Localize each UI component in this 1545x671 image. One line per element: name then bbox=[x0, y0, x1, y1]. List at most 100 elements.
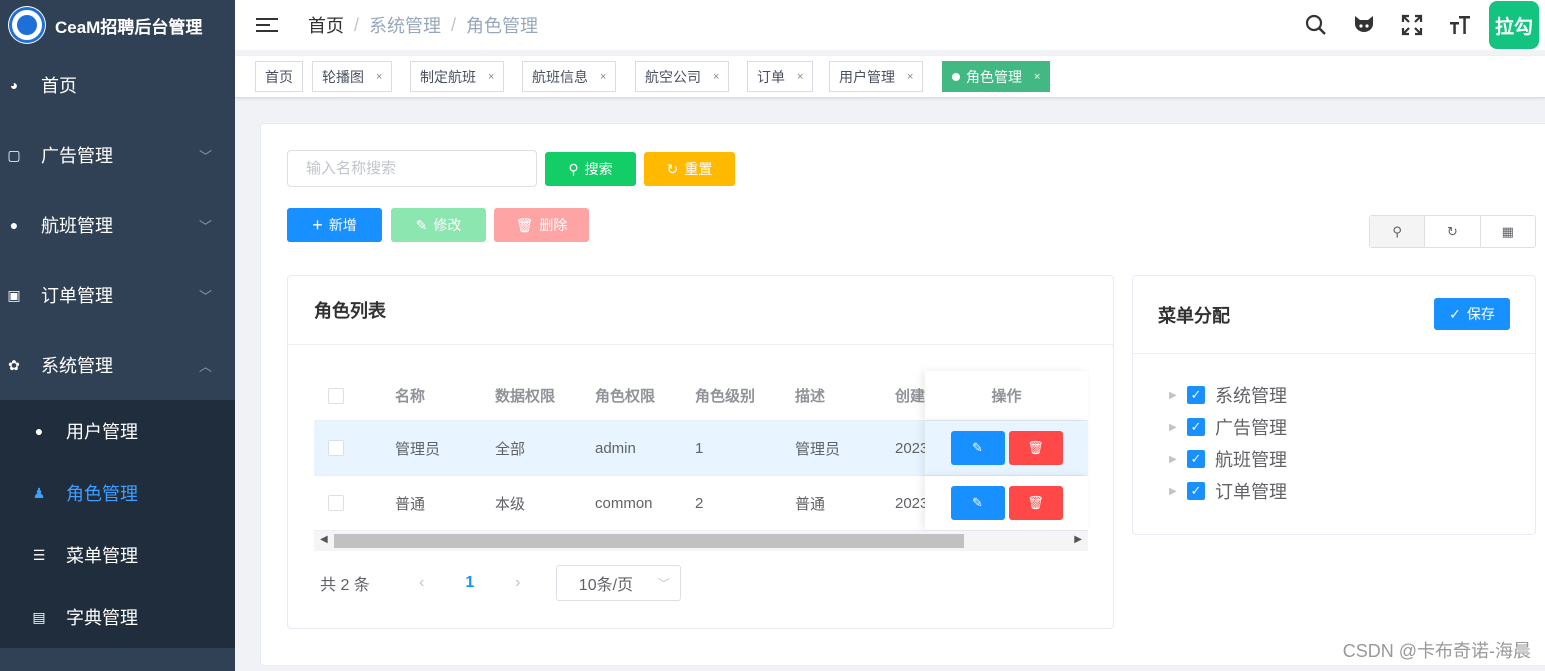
close-icon[interactable]: × bbox=[376, 71, 382, 83]
sidebar-item-home[interactable]: ◕ 首页 bbox=[0, 50, 235, 120]
caret-right-icon[interactable]: ▶ bbox=[1169, 454, 1187, 465]
table-header: 名称 数据权限 角色权限 角色级别 描述 创建 操作 bbox=[314, 371, 1088, 421]
add-button[interactable]: + 新增 bbox=[287, 208, 382, 242]
tree-node[interactable]: ▶ ✓ 广告管理 bbox=[1169, 411, 1287, 443]
people-icon: ● bbox=[9, 217, 19, 233]
table-tools: ⚲ ↻ ▦ bbox=[1369, 215, 1536, 248]
select-all-checkbox[interactable] bbox=[328, 387, 344, 404]
row-delete-button[interactable]: 🗑 bbox=[1008, 486, 1063, 520]
toggle-search-icon[interactable]: ⚲ bbox=[1370, 216, 1426, 247]
caret-right-icon[interactable]: ▶ bbox=[1169, 390, 1187, 401]
col-data-scope[interactable]: 数据权限 bbox=[495, 385, 595, 406]
tag-orders[interactable]: 订单 × bbox=[747, 61, 814, 92]
lock-icon: ▣ bbox=[7, 286, 21, 303]
breadcrumb-separator: / bbox=[354, 14, 360, 35]
checked-checkbox[interactable]: ✓ bbox=[1187, 482, 1205, 500]
sidebar-item-users[interactable]: ● 用户管理 bbox=[0, 400, 235, 462]
col-role-key[interactable]: 角色权限 bbox=[595, 385, 695, 406]
checked-checkbox[interactable]: ✓ bbox=[1187, 418, 1205, 436]
tree-node[interactable]: ▶ ✓ 系统管理 bbox=[1169, 379, 1287, 411]
dict-icon: ▤ bbox=[32, 608, 46, 625]
table-row[interactable]: 普通 本级 common 2 普通 2023 ✎ 🗑 bbox=[314, 476, 1088, 531]
github-icon[interactable] bbox=[1340, 14, 1388, 36]
tag-flight-info[interactable]: 航班信息 × bbox=[522, 61, 617, 92]
gear-icon: ✿ bbox=[8, 356, 20, 373]
row-checkbox[interactable] bbox=[328, 495, 344, 511]
tag-schedule[interactable]: 制定航班 × bbox=[410, 61, 505, 92]
logo-icon bbox=[8, 6, 46, 44]
sidebar-item-ads[interactable]: ▢ 广告管理 ﹀ bbox=[0, 120, 235, 190]
sidebar-item-menus[interactable]: ☰ 菜单管理 bbox=[0, 524, 235, 586]
tree-node[interactable]: ▶ ✓ 航班管理 bbox=[1169, 443, 1287, 475]
search-input[interactable] bbox=[287, 150, 537, 187]
reset-button[interactable]: ↻ 重置 bbox=[644, 152, 735, 186]
sidebar-item-roles[interactable]: ♟ 角色管理 bbox=[0, 462, 235, 524]
plus-icon: + bbox=[312, 214, 323, 235]
col-level[interactable]: 角色级别 bbox=[695, 385, 795, 406]
sidebar-item-orders[interactable]: ▣ 订单管理 ﹀ bbox=[0, 260, 235, 330]
page-size-select[interactable]: 10条/页 ﹀ bbox=[555, 565, 681, 601]
close-icon[interactable]: × bbox=[488, 71, 494, 83]
tag-carousel[interactable]: 轮播图 × bbox=[312, 61, 393, 92]
scroll-right-icon[interactable]: ▶ bbox=[1074, 534, 1082, 545]
sidebar-item-system[interactable]: ✿ 系统管理 ︿ bbox=[0, 330, 235, 400]
watermark: CSDN @卡布奇诺-海晨 bbox=[1342, 641, 1531, 661]
tag-airline[interactable]: 航空公司 × bbox=[635, 61, 730, 92]
next-page-button[interactable]: › bbox=[496, 574, 540, 592]
hamburger-icon[interactable] bbox=[256, 14, 278, 36]
prev-page-button[interactable]: ‹ bbox=[400, 574, 444, 592]
trash-icon: 🗑 bbox=[1027, 440, 1044, 455]
row-edit-button[interactable]: ✎ bbox=[950, 431, 1005, 465]
tag-users[interactable]: 用户管理 × bbox=[829, 61, 924, 92]
delete-button[interactable]: 🗑 删除 bbox=[494, 208, 589, 242]
row-delete-button[interactable]: 🗑 bbox=[1008, 431, 1063, 465]
total-count: 共 2 条 bbox=[320, 577, 370, 594]
close-icon[interactable]: × bbox=[1034, 71, 1040, 83]
row-edit-button[interactable]: ✎ bbox=[950, 486, 1005, 520]
columns-icon[interactable]: ▦ bbox=[1481, 216, 1535, 247]
chevron-up-icon: ︿ bbox=[199, 358, 213, 374]
chevron-down-icon: ﹀ bbox=[199, 288, 213, 304]
row-checkbox[interactable] bbox=[328, 440, 344, 456]
check-icon: ✓ bbox=[1449, 305, 1461, 322]
col-desc[interactable]: 描述 bbox=[795, 385, 895, 406]
caret-right-icon[interactable]: ▶ bbox=[1169, 422, 1187, 433]
chevron-down-icon: ﹀ bbox=[657, 576, 670, 591]
checked-checkbox[interactable]: ✓ bbox=[1187, 450, 1205, 468]
scroll-thumb[interactable] bbox=[334, 534, 964, 548]
col-name[interactable]: 名称 bbox=[395, 385, 495, 406]
breadcrumb-system[interactable]: 系统管理 bbox=[369, 12, 441, 38]
caret-right-icon[interactable]: ▶ bbox=[1169, 486, 1187, 497]
save-button[interactable]: ✓ 保存 bbox=[1434, 298, 1510, 330]
horizontal-scrollbar[interactable]: ◀ ▶ bbox=[314, 531, 1088, 551]
scroll-left-icon[interactable]: ◀ bbox=[320, 534, 328, 545]
fullscreen-icon[interactable] bbox=[1388, 14, 1436, 36]
search-button[interactable]: ⚲ 搜索 bbox=[545, 152, 636, 186]
top-header: 首页 / 系统管理 / 角色管理 拉勾 bbox=[235, 0, 1545, 50]
sidebar-item-dict[interactable]: ▤ 字典管理 bbox=[0, 586, 235, 648]
close-icon[interactable]: × bbox=[907, 71, 913, 83]
breadcrumb-home[interactable]: 首页 bbox=[308, 12, 344, 38]
page-number[interactable]: 1 bbox=[444, 574, 496, 592]
search-icon[interactable] bbox=[1292, 14, 1340, 36]
refresh-icon[interactable]: ↻ bbox=[1425, 216, 1481, 247]
table-row[interactable]: 管理员 全部 admin 1 管理员 2023 ✎ 🗑 bbox=[314, 421, 1088, 476]
tag-home[interactable]: 首页 bbox=[255, 61, 303, 92]
edit-button[interactable]: ✎ 修改 bbox=[391, 208, 486, 242]
user-icon: ● bbox=[34, 423, 44, 439]
breadcrumb-separator: / bbox=[451, 14, 457, 35]
sidebar-item-flights[interactable]: ● 航班管理 ﹀ bbox=[0, 190, 235, 260]
tree-node[interactable]: ▶ ✓ 订单管理 bbox=[1169, 475, 1287, 507]
close-icon[interactable]: × bbox=[713, 71, 719, 83]
logo[interactable]: CeaM招聘后台管理 bbox=[0, 0, 235, 50]
menu-assign-card: 菜单分配 ✓ 保存 ▶ ✓ 系统管理 ▶ ✓ 广告管理 ▶ ✓ 航班管理 ▶ ✓ 订单管理 bbox=[1132, 275, 1536, 535]
close-icon[interactable]: × bbox=[797, 71, 803, 83]
checked-checkbox[interactable]: ✓ bbox=[1187, 386, 1205, 404]
close-icon[interactable]: × bbox=[600, 71, 606, 83]
avatar[interactable]: 拉勾 bbox=[1489, 1, 1539, 49]
tag-roles[interactable]: 角色管理 × bbox=[942, 61, 1051, 92]
ad-icon: ▢ bbox=[7, 146, 21, 163]
col-ops: 操作 bbox=[925, 371, 1088, 420]
main-card: ⚲搜索 ↻重置 +新增 ✎修改 🗑删除 ⚲ ↻ ▦ 角色列表 名称 数据权限 角… bbox=[260, 123, 1545, 666]
font-size-icon[interactable] bbox=[1436, 14, 1484, 36]
